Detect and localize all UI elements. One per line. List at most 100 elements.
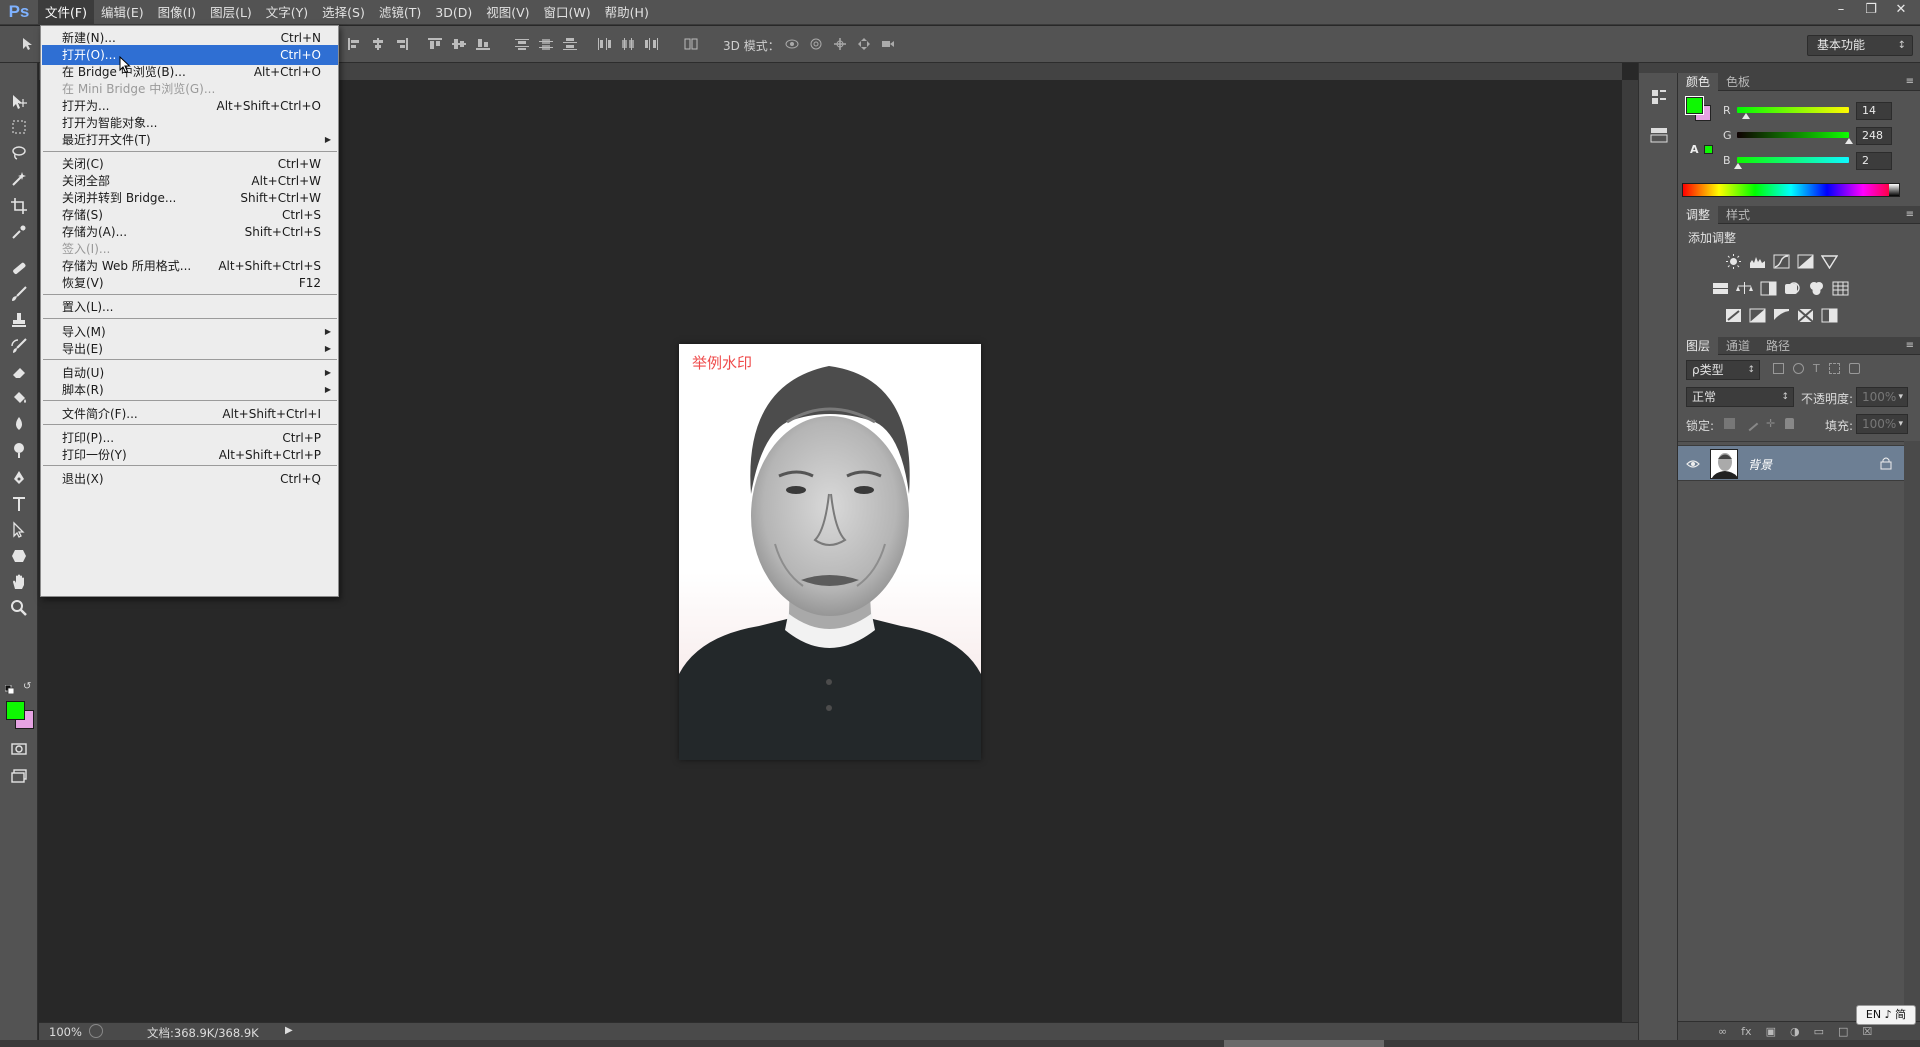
zoom-tool-icon[interactable] [8,597,30,619]
filter-pixel-icon[interactable] [1773,363,1784,374]
channel-mixer-icon[interactable] [1808,281,1825,296]
file-menu-item[interactable]: 恢复(V) F12 [42,273,338,293]
menu-select[interactable]: 选择(S) [315,0,372,25]
align-top-icon[interactable] [427,37,443,51]
zoom-level[interactable]: 100% [49,1025,82,1039]
web-safe-color-swatch[interactable] [1704,145,1713,154]
move-tool-preset-icon[interactable] [20,37,36,51]
filter-shape-icon[interactable] [1828,363,1840,374]
paint-bucket-tool-icon[interactable] [8,387,30,409]
rotate-3d-icon[interactable] [784,37,800,51]
magic-wand-tool-icon[interactable] [8,168,30,190]
r-slider[interactable] [1737,107,1849,113]
file-menu-item[interactable]: 脚本(R) ▶ [42,380,338,400]
menu-view[interactable]: 视图(V) [479,0,536,25]
eye-icon[interactable] [1686,457,1700,471]
new-group-icon[interactable]: ▭ [1814,1025,1824,1038]
eyedropper-tool-icon[interactable] [8,221,30,243]
hue-saturation-icon[interactable] [1712,281,1729,296]
photo-filter-icon[interactable] [1784,281,1801,296]
new-layer-icon[interactable]: □ [1838,1025,1848,1038]
auto-align-icon[interactable] [683,37,699,51]
panel-menu-icon[interactable]: ≡ [1906,76,1914,87]
horizontal-scrollbar-thumb[interactable] [1224,1040,1384,1047]
workspace-select[interactable]: 基本功能 ↕ [1807,35,1913,56]
roll-3d-icon[interactable] [808,37,824,51]
fill-input[interactable]: 100% ▾ [1856,414,1908,434]
menu-image[interactable]: 图像(I) [151,0,203,25]
menu-type[interactable]: 文字(Y) [259,0,315,25]
distribute-bottom-icon[interactable] [562,37,578,51]
distribute-hcenter-icon[interactable] [620,37,636,51]
color-spectrum-bar[interactable] [1682,183,1900,197]
shape-tool-icon[interactable] [8,545,30,567]
g-value[interactable]: 248 [1856,127,1892,145]
color-panel-foreground-swatch[interactable] [1685,96,1704,115]
link-layers-icon[interactable]: ∞ [1718,1025,1727,1038]
tab-color[interactable]: 颜色 [1678,73,1719,91]
lock-position-icon[interactable]: ✛ [1766,418,1775,431]
swap-colors-icon[interactable]: ↺ [23,682,33,692]
foreground-color-swatch[interactable] [6,701,25,720]
align-bottom-icon[interactable] [475,37,491,51]
move-tool-icon[interactable] [8,91,30,113]
layer-style-icon[interactable]: fx [1741,1025,1751,1038]
align-hcenter-icon[interactable] [370,37,386,51]
tab-styles[interactable]: 样式 [1718,206,1758,224]
menu-help[interactable]: 帮助(H) [598,0,656,25]
crop-tool-icon[interactable] [8,195,30,217]
quick-mask-icon[interactable] [8,738,30,760]
history-panel-icon[interactable] [1649,87,1669,107]
blur-tool-icon[interactable] [8,413,30,435]
r-value[interactable]: 14 [1856,102,1892,120]
b-slider[interactable] [1737,157,1849,163]
panel-menu-icon[interactable]: ≡ [1906,340,1914,351]
history-brush-tool-icon[interactable] [8,335,30,357]
align-right-icon[interactable] [394,37,410,51]
lasso-tool-icon[interactable] [8,142,30,164]
hand-tool-icon[interactable] [8,571,30,593]
layers-scrollbar[interactable] [1904,441,1920,1021]
align-vcenter-icon[interactable] [451,37,467,51]
blend-mode-select[interactable]: 正常 ↕ [1686,387,1794,407]
status-info-icon[interactable] [89,1024,103,1038]
clone-stamp-tool-icon[interactable] [8,309,30,331]
brightness-contrast-icon[interactable] [1725,254,1742,269]
minimize-button[interactable]: – [1826,0,1856,18]
color-lookup-icon[interactable] [1832,281,1849,296]
menu-layer[interactable]: 图层(L) [203,0,259,25]
layer-filter-select[interactable]: ρ类型 ↕ [1686,360,1760,380]
menu-file[interactable]: 文件(F) [38,0,94,25]
adjustment-layer-icon[interactable]: ◑ [1790,1025,1800,1038]
lock-image-icon[interactable] [1742,415,1759,432]
distribute-top-icon[interactable] [514,37,530,51]
tab-channels[interactable]: 通道 [1718,337,1758,355]
menu-filter[interactable]: 滤镜(T) [372,0,428,25]
distribute-right-icon[interactable] [644,37,660,51]
r-slider-thumb[interactable] [1742,113,1750,119]
opacity-input[interactable]: 100% ▾ [1856,387,1908,407]
color-balance-icon[interactable] [1736,281,1753,296]
menu-3d[interactable]: 3D(D) [428,0,479,25]
menu-window[interactable]: 窗口(W) [537,0,598,25]
healing-brush-tool-icon[interactable] [8,257,30,279]
g-slider-thumb[interactable] [1845,138,1853,144]
distribute-left-icon[interactable] [596,37,612,51]
marquee-tool-icon[interactable] [8,116,30,138]
vibrance-icon[interactable] [1820,254,1839,270]
pen-tool-icon[interactable] [8,467,30,489]
levels-icon[interactable] [1749,254,1766,269]
file-menu-item[interactable]: 文件简介(F)... Alt+Shift+Ctrl+I [42,404,338,424]
pan-3d-icon[interactable] [832,37,848,51]
threshold-icon[interactable] [1773,308,1790,323]
tab-paths[interactable]: 路径 [1758,337,1798,355]
screen-mode-icon[interactable] [8,765,30,787]
status-menu-arrow-icon[interactable]: ▶ [285,1025,293,1036]
file-menu-item[interactable]: 最近打开文件(T) ▶ [42,130,338,150]
posterize-icon[interactable] [1749,308,1766,323]
ime-indicator[interactable]: EN ♪ 简 [1856,1005,1916,1025]
tab-swatches[interactable]: 色板 [1718,73,1758,91]
layer-row[interactable]: 背景 [1678,445,1904,481]
filter-type-icon[interactable]: T [1813,363,1820,377]
scale-3d-icon[interactable] [880,37,896,51]
